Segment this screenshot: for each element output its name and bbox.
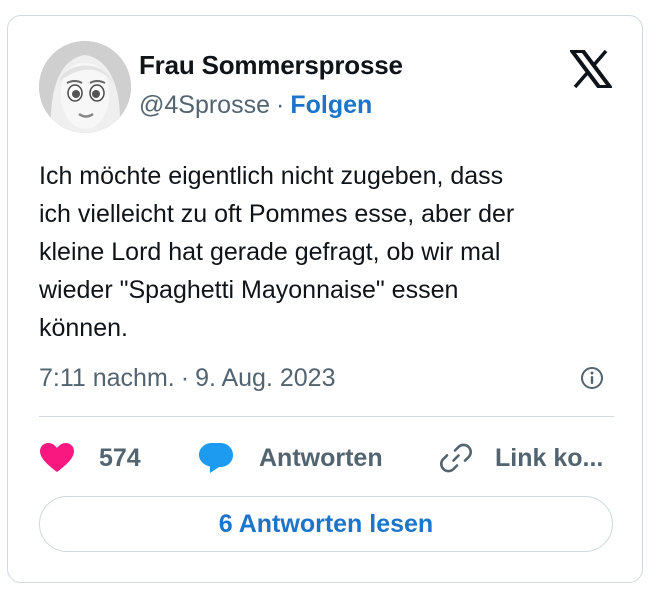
- avatar[interactable]: [39, 41, 131, 133]
- tweet-date: 9. Aug. 2023: [195, 364, 336, 392]
- tweet-text: Ich möchte eigentlich nicht zugeben, das…: [39, 157, 619, 347]
- tweet-text-line: ich vielleicht zu oft Pommes esse, aber …: [39, 200, 515, 228]
- avatar-portrait: [39, 41, 131, 133]
- reply-button[interactable]: Antworten: [198, 440, 383, 476]
- tweet-text-line: Ich möchte eigentlich nicht zugeben, das…: [39, 162, 504, 190]
- x-logo-icon[interactable]: [568, 49, 614, 89]
- like-count: 574: [99, 443, 141, 472]
- tweet-time: 7:11 nachm.: [39, 364, 175, 392]
- separator-dot: ·: [180, 364, 190, 392]
- heart-icon: [40, 443, 74, 472]
- info-icon[interactable]: [580, 366, 604, 390]
- tweet-timestamp[interactable]: 7:11 nachm. · 9. Aug. 2023: [39, 364, 335, 393]
- reply-label: Antworten: [259, 443, 383, 472]
- tweet-embed-card: Frau Sommersprosse @4Sprosse · Folgen Ich …: [7, 15, 643, 583]
- copy-link-button[interactable]: Link ko...: [438, 440, 603, 476]
- divider: [39, 416, 614, 417]
- speech-bubble-icon: [199, 443, 233, 473]
- author-name[interactable]: Frau Sommersprosse: [139, 50, 403, 81]
- author-meta: @4Sprosse · Folgen: [139, 91, 372, 120]
- copy-link-label: Link ko...: [495, 443, 604, 472]
- tweet-text-line: wieder "Spaghetti Mayonnaise" essen: [39, 276, 459, 304]
- like-button[interactable]: 574: [39, 440, 141, 476]
- follow-link[interactable]: Folgen: [290, 91, 372, 119]
- read-replies-button[interactable]: 6 Antworten lesen: [39, 496, 613, 552]
- author-handle[interactable]: @4Sprosse: [139, 91, 270, 119]
- tweet-text-line: kleine Lord hat gerade gefragt, ob wir m…: [39, 238, 501, 266]
- action-bar: 574 Antworten Link ko...: [39, 440, 619, 476]
- link-icon: [440, 443, 472, 473]
- separator-dot: ·: [276, 91, 285, 119]
- tweet-text-line: können.: [39, 314, 128, 342]
